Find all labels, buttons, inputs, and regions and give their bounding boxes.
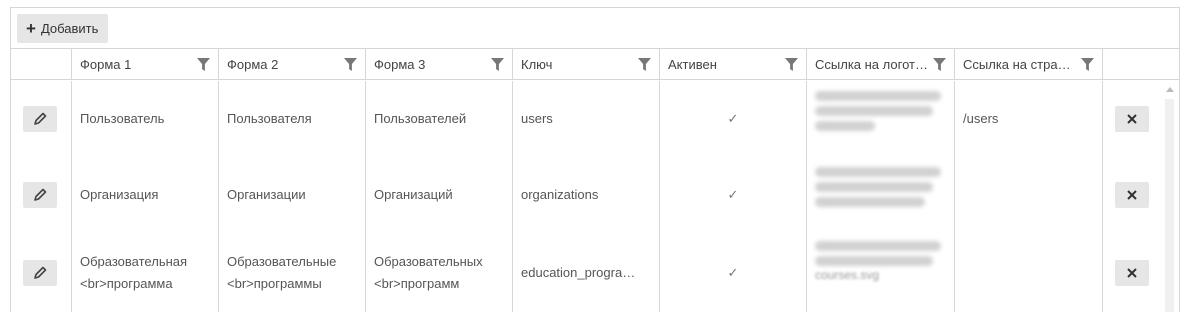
row-actions (11, 233, 72, 312)
delete-button[interactable] (1115, 260, 1149, 286)
form1-text: Пользователь (80, 111, 165, 126)
header-form1[interactable]: Форма 1 (72, 49, 219, 79)
pencil-icon (34, 266, 47, 279)
close-icon (1127, 268, 1137, 278)
cell-logo: courses.svg (807, 233, 955, 312)
scroll-up-arrow-icon[interactable] (1166, 87, 1174, 92)
cell-page: /users (955, 81, 1103, 157)
filter-icon[interactable] (491, 57, 504, 71)
cell-logo (807, 157, 955, 233)
pencil-icon (34, 188, 47, 201)
header-form3-label: Форма 3 (374, 56, 426, 72)
header-logo[interactable]: Ссылка на логот… (807, 49, 955, 79)
header-active[interactable]: Активен (660, 49, 807, 79)
row-delete (1103, 157, 1164, 233)
cell-form3: Пользователей (366, 81, 513, 157)
header-form3[interactable]: Форма 3 (366, 49, 513, 79)
logo-link-tail: courses.svg (815, 268, 880, 282)
header-key[interactable]: Ключ (513, 49, 660, 79)
cell-form1: Образовательная <br>программа (72, 233, 219, 312)
blurred-logo-link (815, 163, 941, 207)
cell-logo (807, 81, 955, 157)
cell-key: education_progra… (513, 233, 660, 312)
cell-form1: Пользователь (72, 81, 219, 157)
key-text: education_progra… (521, 265, 636, 280)
header-actions (11, 49, 72, 79)
cell-key: users (513, 81, 660, 157)
cell-active: ✓ (660, 233, 807, 312)
grid-header: Форма 1 Форма 2 Форма 3 Ключ Активен Ссы… (11, 49, 1179, 80)
toolbar: + Добавить (11, 8, 1179, 49)
table-row: Образовательная <br>программа Образовате… (11, 233, 1179, 312)
scroll-track[interactable] (1165, 99, 1174, 312)
page-text: /users (963, 111, 999, 126)
plus-icon: + (26, 19, 36, 38)
cell-form1: Организация (72, 157, 219, 233)
edit-button[interactable] (23, 106, 57, 132)
active-check-icon: ✓ (727, 265, 739, 280)
header-delete (1103, 49, 1164, 79)
active-check-icon: ✓ (727, 111, 739, 126)
blurred-logo-link (815, 87, 941, 131)
cell-form3: Образовательных <br>программ (366, 233, 513, 312)
header-logo-label: Ссылка на логот… (815, 56, 928, 72)
key-text: users (521, 111, 553, 126)
form3-text: Пользователей (374, 111, 467, 126)
header-key-label: Ключ (521, 56, 553, 72)
delete-button[interactable] (1115, 106, 1149, 132)
cell-form2: Пользователя (219, 81, 366, 157)
delete-button[interactable] (1115, 182, 1149, 208)
active-check-icon: ✓ (727, 187, 739, 202)
form2-text: Организации (227, 187, 306, 202)
header-form2-label: Форма 2 (227, 56, 279, 72)
form2-text: Пользователя (227, 111, 312, 126)
filter-icon[interactable] (1081, 57, 1094, 71)
cell-form2: Организации (219, 157, 366, 233)
close-icon (1127, 114, 1137, 124)
close-icon (1127, 190, 1137, 200)
cell-active: ✓ (660, 157, 807, 233)
header-page-label: Ссылка на стран… (963, 56, 1077, 72)
filter-icon[interactable] (785, 57, 798, 71)
form3-text: Организаций (374, 187, 453, 202)
filter-icon[interactable] (638, 57, 651, 71)
form3-text: Образовательных <br>программ (374, 254, 483, 291)
add-button[interactable]: + Добавить (17, 14, 109, 43)
grid-panel: + Добавить Форма 1 Форма 2 Форма 3 Ключ (10, 7, 1180, 312)
form1-text: Образовательная <br>программа (80, 254, 188, 291)
pencil-icon (34, 112, 47, 125)
header-active-label: Активен (668, 56, 717, 72)
header-page[interactable]: Ссылка на стран… (955, 49, 1103, 79)
header-form1-label: Форма 1 (80, 56, 132, 72)
row-actions (11, 81, 72, 157)
add-button-label: Добавить (40, 21, 99, 36)
cell-form2: Образовательные <br>программы (219, 233, 366, 312)
row-actions (11, 157, 72, 233)
cell-page (955, 233, 1103, 312)
filter-icon[interactable] (197, 57, 210, 71)
edit-button[interactable] (23, 182, 57, 208)
key-text: organizations (521, 187, 599, 202)
cell-form3: Организаций (366, 157, 513, 233)
filter-icon[interactable] (933, 57, 946, 71)
table-row: Пользователь Пользователя Пользователей … (11, 81, 1179, 157)
table-row: Организация Организации Организаций orga… (11, 157, 1179, 233)
blurred-logo-link (815, 237, 941, 266)
edit-button[interactable] (23, 260, 57, 286)
form2-text: Образовательные <br>программы (227, 254, 337, 291)
form1-text: Организация (80, 187, 159, 202)
header-form2[interactable]: Форма 2 (219, 49, 366, 79)
row-delete (1103, 81, 1164, 157)
row-delete (1103, 233, 1164, 312)
cell-page (955, 157, 1103, 233)
cell-active: ✓ (660, 81, 807, 157)
cell-key: organizations (513, 157, 660, 233)
filter-icon[interactable] (344, 57, 357, 71)
vertical-scrollbar[interactable] (1162, 81, 1179, 312)
